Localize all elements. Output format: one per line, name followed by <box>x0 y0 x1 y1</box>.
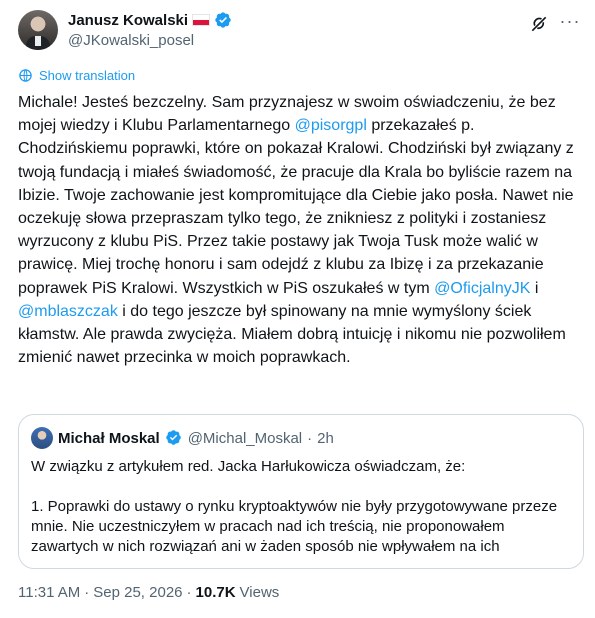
author-handle[interactable]: @JKowalski_posel <box>68 32 194 49</box>
separator: · <box>307 429 313 447</box>
mention-link[interactable]: @pisorgpl <box>295 117 367 134</box>
author-name-row: Janusz Kowalski <box>68 11 232 29</box>
tweet-date[interactable]: Sep 25, 2026 <box>93 584 182 601</box>
quoted-author-handle: @Michal_Moskal <box>187 429 303 447</box>
quoted-tweet-header: Michał Moskal @Michal_Moskal · 2h <box>31 427 334 449</box>
verified-badge-icon[interactable] <box>214 11 232 29</box>
separator: · <box>84 584 90 601</box>
separator: · <box>186 584 192 601</box>
quoted-tweet-text: W związku z artykułem red. Jacka Harłuko… <box>31 457 571 557</box>
globe-icon <box>19 69 32 82</box>
tweet-text-segment: Michale! Jesteś bezczelny. Sam przyznaje… <box>18 94 556 135</box>
mention-link[interactable]: @OficjalnyJK <box>434 280 530 297</box>
quoted-tweet-time: 2h <box>317 429 334 447</box>
tweet-header: Janusz Kowalski @JKowalski_posel ··· <box>18 10 583 54</box>
tweet-text: Michale! Jesteś bezczelny. Sam przyznaje… <box>18 91 583 369</box>
more-icon[interactable]: ··· <box>559 12 581 34</box>
views-count: 10.7K <box>195 584 236 601</box>
show-translation-label: Show translation <box>39 68 136 83</box>
poland-flag-icon <box>192 14 211 26</box>
tweet-text-segment: przekazałeś p. Chodzińskiemu poprawki, k… <box>18 117 574 297</box>
quoted-paragraph: 1. Poprawki do ustawy o rynku kryptoakty… <box>31 498 558 555</box>
grok-icon[interactable] <box>529 14 549 34</box>
author-name[interactable]: Janusz Kowalski <box>68 12 188 29</box>
quoted-author-avatar <box>31 427 53 449</box>
tweet-meta: 11:31 AM · Sep 25, 2026 · 10.7K Views <box>18 584 279 601</box>
verified-badge-icon <box>165 429 183 447</box>
views-label: Views <box>239 584 280 601</box>
show-translation-link[interactable]: Show translation <box>18 68 135 83</box>
author-avatar[interactable] <box>18 10 58 50</box>
quoted-tweet[interactable]: Michał Moskal @Michal_Moskal · 2h W zwią… <box>18 414 584 569</box>
tweet-time[interactable]: 11:31 AM <box>18 584 80 601</box>
mention-link[interactable]: @mblaszczak <box>18 303 118 320</box>
quoted-paragraph: W związku z artykułem red. Jacka Harłuko… <box>31 458 466 475</box>
tweet-text-segment: i <box>530 279 539 297</box>
quoted-author-name: Michał Moskal <box>58 429 160 447</box>
